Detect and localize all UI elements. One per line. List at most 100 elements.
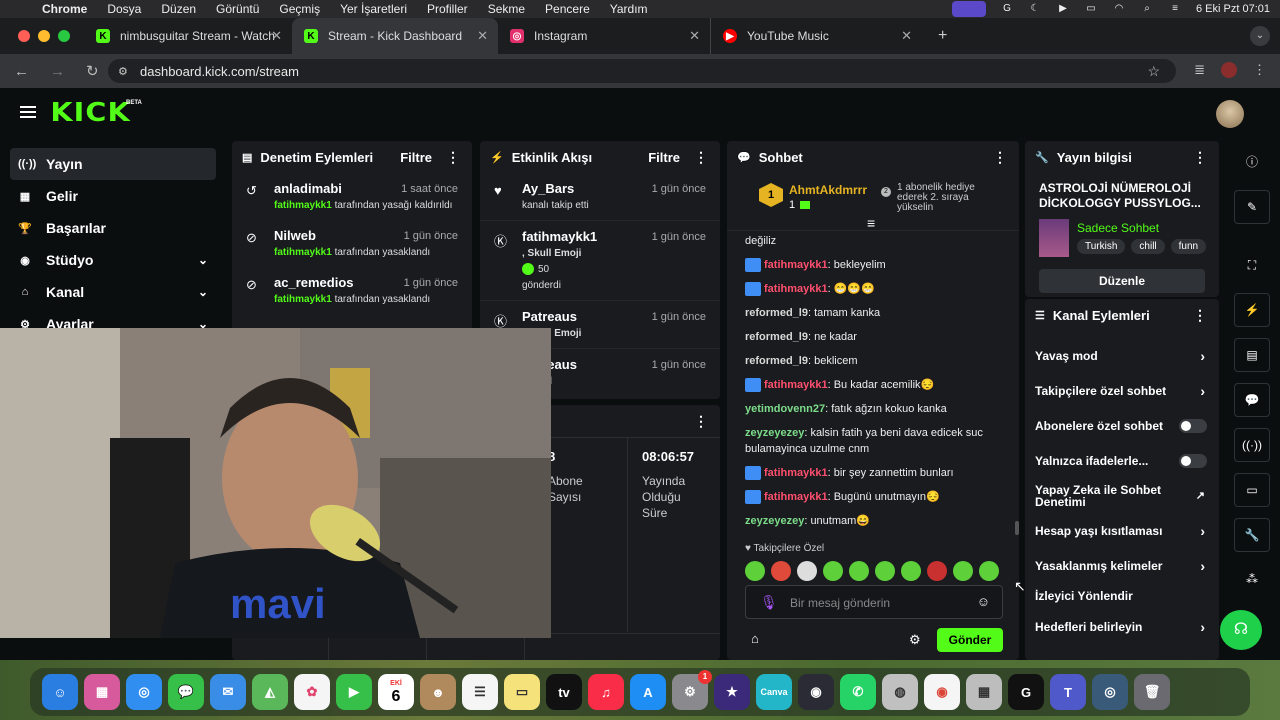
chat-username[interactable]: fatihmaykk1 <box>764 467 828 479</box>
screen-share-icon[interactable] <box>952 1 986 17</box>
action-ai-moderation[interactable]: Yapay Zeka ile Sohbet Denetimi ↗ <box>1025 478 1219 513</box>
mod-actor[interactable]: fatihmaykk1 <box>274 247 332 258</box>
contacts-icon[interactable]: ☻ <box>420 674 456 710</box>
activity-user[interactable]: fatihmaykk1 <box>522 229 597 244</box>
more-options-icon[interactable]: ⋮ <box>446 149 460 166</box>
hamburger-menu-icon[interactable] <box>20 106 36 118</box>
calculator-icon[interactable]: ▦ <box>966 674 1002 710</box>
sidebar-item-revenue[interactable]: ▦ Gelir <box>10 180 216 212</box>
info-icon[interactable]: ⓘ <box>1234 144 1270 178</box>
emote-icon[interactable] <box>901 561 921 581</box>
emote-icon[interactable] <box>771 561 791 581</box>
sidebar-item-studio[interactable]: ◉ Stüdyo ⌄ <box>10 244 216 276</box>
new-tab-icon[interactable]: + <box>938 27 947 45</box>
back-icon[interactable]: ← <box>14 63 36 80</box>
tools-icon[interactable]: 🔧 <box>1234 518 1270 552</box>
tag-chip[interactable]: chill <box>1131 239 1165 254</box>
menubar-clock[interactable]: 6 Eki Pzt 07:01 <box>1196 3 1270 15</box>
chat-username[interactable]: zeyzeyezey <box>745 427 804 439</box>
site-info-icon[interactable]: ⚙ <box>118 65 128 78</box>
search-icon[interactable]: ⌕ <box>1140 3 1154 15</box>
logi-icon[interactable]: G <box>1000 3 1014 15</box>
app-store-icon[interactable]: A <box>630 674 666 710</box>
chat-scrollbar[interactable] <box>1015 521 1019 535</box>
logitech-g-hub-icon[interactable]: G <box>1008 674 1044 710</box>
emoji-picker-icon[interactable]: ☺ <box>977 594 990 609</box>
tab-search-icon[interactable]: ⌄ <box>1250 26 1270 46</box>
finder-icon[interactable]: ☺ <box>42 674 78 710</box>
wifi-icon[interactable]: ◠ <box>1112 3 1126 15</box>
messages-icon[interactable]: 💬 <box>168 674 204 710</box>
menu-app[interactable]: Chrome <box>42 2 87 16</box>
edit-stream-button[interactable]: Düzenle <box>1039 269 1205 293</box>
tab-kick-watch[interactable]: K nimbusguitar Stream - Watch ✕ <box>84 18 292 54</box>
tab-youtube-music[interactable]: ▶ YouTube Music ✕ <box>710 18 922 54</box>
sidebar-item-stream[interactable]: ((·)) Yayın <box>10 148 216 180</box>
action-slow-mode[interactable]: Yavaş mod › <box>1025 338 1219 373</box>
chrome-icon[interactable]: ◉ <box>924 674 960 710</box>
bookmark-star-icon[interactable]: ☆ <box>1147 63 1160 80</box>
close-tab-icon[interactable]: ✕ <box>689 28 700 44</box>
support-headset-icon[interactable]: ☊ <box>1220 610 1262 650</box>
close-window-button[interactable] <box>18 30 30 42</box>
maximize-window-button[interactable] <box>58 30 70 42</box>
tag-chip[interactable]: Turkish <box>1077 239 1126 254</box>
sidebar-item-achievements[interactable]: 🏆 Başarılar <box>10 212 216 244</box>
menu-view[interactable]: Görüntü <box>216 2 259 16</box>
chat-username[interactable]: reformed_l9 <box>745 355 808 367</box>
menu-window[interactable]: Pencere <box>545 2 590 16</box>
emote-icon[interactable] <box>823 561 843 581</box>
moon-icon[interactable]: ☾ <box>1028 3 1042 15</box>
expand-leaderboard-icon[interactable]: ≡ <box>867 215 875 231</box>
kick-logo[interactable]: KICK <box>50 98 130 128</box>
chat-username[interactable]: fatihmaykk1 <box>764 283 828 295</box>
launchpad-icon[interactable]: ▦ <box>84 674 120 710</box>
menu-profiles[interactable]: Profiller <box>427 2 468 16</box>
play-icon[interactable]: ▶ <box>1056 3 1070 15</box>
leaderboard-user[interactable]: AhmtAkdmrrr <box>789 183 867 197</box>
edit-pencil-icon[interactable]: ✎ <box>1234 190 1270 224</box>
more-options-icon[interactable]: ⋮ <box>993 149 1007 166</box>
teams-icon[interactable]: T <box>1050 674 1086 710</box>
maps-icon[interactable]: ◭ <box>252 674 288 710</box>
chat-username[interactable]: reformed_l9 <box>745 307 808 319</box>
menu-bookmarks[interactable]: Yer İşaretleri <box>340 2 407 16</box>
chat-settings-icon[interactable]: ⚙ <box>909 632 921 648</box>
more-options-icon[interactable]: ⋮ <box>1193 149 1207 166</box>
notes-icon[interactable]: ▤ <box>1234 338 1270 372</box>
music-icon[interactable]: ♫ <box>588 674 624 710</box>
screen-recorder-icon[interactable]: ◎ <box>1092 674 1128 710</box>
send-button[interactable]: Gönder <box>937 628 1003 652</box>
store-icon[interactable]: ⌂ <box>751 631 759 646</box>
more-options-icon[interactable]: ⋮ <box>694 149 708 166</box>
obs-icon[interactable]: ◉ <box>798 674 834 710</box>
chat-username[interactable]: yetimdovenn27 <box>745 403 825 415</box>
chat-username[interactable]: fatihmaykk1 <box>764 491 828 503</box>
mail-icon[interactable]: ✉ <box>210 674 246 710</box>
reminders-icon[interactable]: ☰ <box>462 674 498 710</box>
profile-avatar[interactable] <box>1221 62 1237 78</box>
filter-button[interactable]: Filtre <box>400 150 432 165</box>
menu-tab[interactable]: Sekme <box>488 2 525 16</box>
chat-popout-icon[interactable]: 💬 <box>1234 383 1270 417</box>
canva-icon[interactable]: Canva <box>756 674 792 710</box>
category-thumbnail[interactable] <box>1039 219 1069 257</box>
chat-username[interactable]: fatihmaykk1 <box>764 259 828 271</box>
chat-username[interactable]: zeyzeyezey <box>745 515 804 527</box>
emotes-only-toggle[interactable] <box>1179 453 1207 468</box>
chat-input[interactable]: 🎙 Bir mesaj gönderin ☺ <box>745 585 1003 619</box>
emote-icon[interactable] <box>745 561 765 581</box>
notes-app-icon[interactable]: ▭ <box>504 674 540 710</box>
menu-history[interactable]: Geçmiş <box>279 2 320 16</box>
disk-utility-icon[interactable]: ◍ <box>882 674 918 710</box>
screenshot-icon[interactable]: ⛶ <box>1234 248 1270 282</box>
more-options-icon[interactable]: ⋮ <box>1193 307 1207 324</box>
action-account-age[interactable]: Hesap yaşı kısıtlaması › <box>1025 513 1219 548</box>
activity-user[interactable]: Ay_Bars <box>522 181 589 196</box>
calendar-icon[interactable]: EKİ 6 <box>378 674 414 710</box>
minimize-window-button[interactable] <box>38 30 50 42</box>
user-avatar[interactable] <box>1216 100 1244 128</box>
whatsapp-icon[interactable]: ✆ <box>840 674 876 710</box>
address-bar[interactable]: ⚙ dashboard.kick.com/stream ☆ <box>108 59 1176 83</box>
safari-icon[interactable]: ◎ <box>126 674 162 710</box>
